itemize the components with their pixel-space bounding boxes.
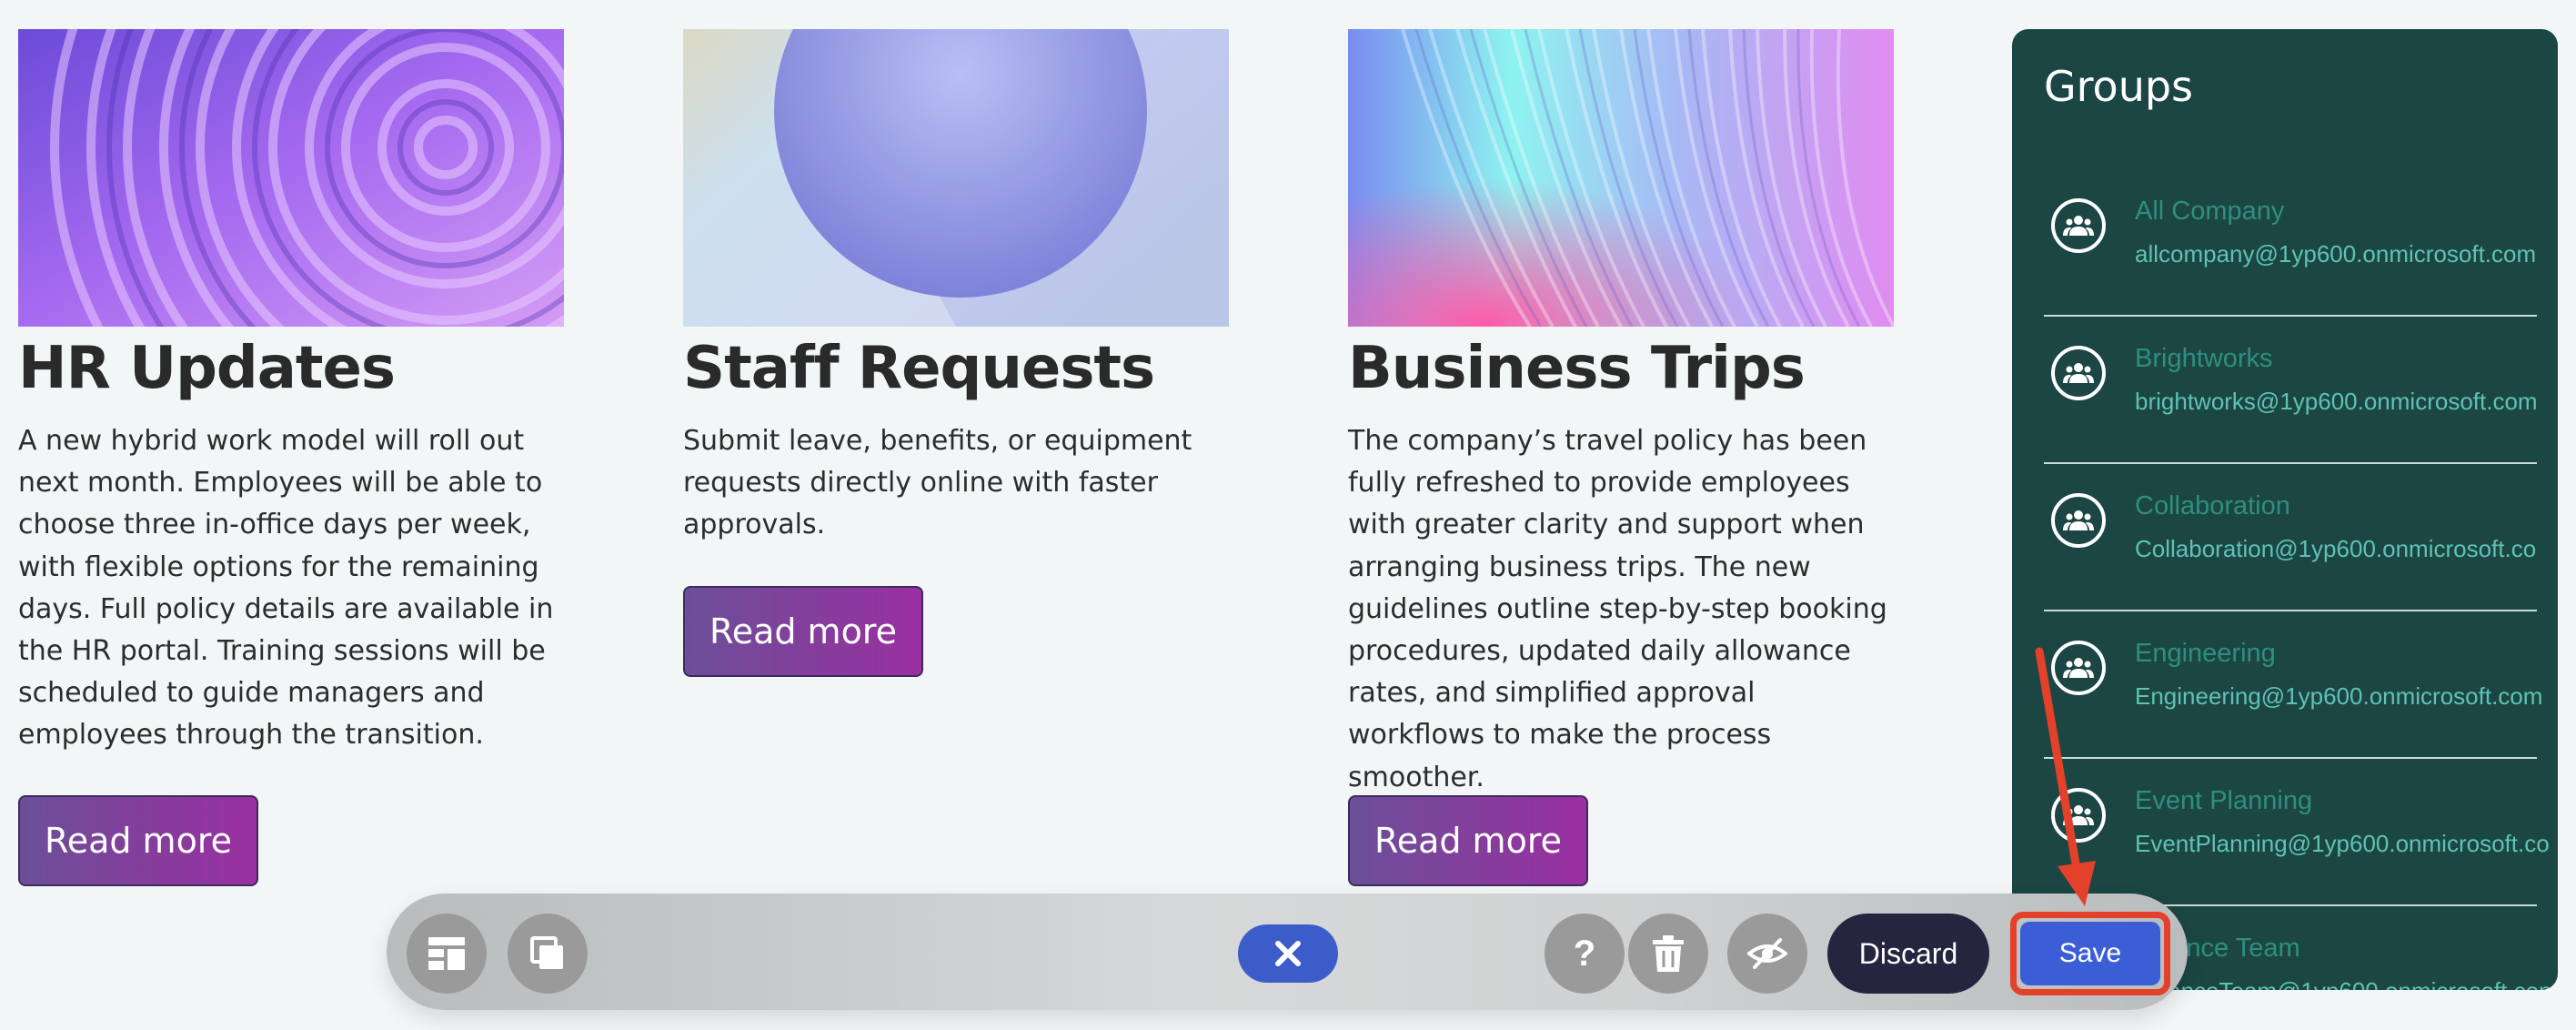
card-business-trips: Business Trips The company’s travel poli…	[1348, 29, 1894, 886]
read-more-button[interactable]: Read more	[18, 795, 258, 886]
card-title: Staff Requests	[683, 335, 1155, 402]
help-button[interactable]: ?	[1545, 914, 1625, 994]
group-email: Collaboration@1yp600.onmicrosoft.co	[2135, 535, 2537, 562]
edit-toolbar: ? Discard	[387, 894, 2188, 1010]
group-item[interactable]: Engineering Engineering@1yp600.onmicroso…	[2044, 610, 2542, 759]
group-name: Event Planning	[2135, 786, 2313, 815]
read-more-button[interactable]: Read more	[683, 586, 923, 677]
group-item[interactable]: Collaboration Collaboration@1yp600.onmic…	[2044, 462, 2537, 611]
hide-icon	[1747, 938, 1787, 969]
group-item[interactable]: All Company allcompany@1yp600.onmicrosof…	[2044, 167, 2537, 317]
close-icon	[1275, 941, 1301, 966]
trash-icon	[1653, 935, 1684, 972]
group-icon	[2051, 788, 2106, 843]
group-email: brightworks@1yp600.onmicrosoft.com	[2135, 388, 2538, 415]
delete-button[interactable]	[1628, 914, 1708, 994]
hide-button[interactable]	[1727, 914, 1807, 994]
group-name: Collaboration	[2135, 491, 2290, 520]
group-name: Brightworks	[2135, 344, 2273, 373]
card-body: A new hybrid work model will roll out ne…	[18, 425, 554, 752]
group-email: FinanceTeam@1yp600.onmicrosoft.com	[2135, 977, 2558, 990]
group-name: Engineering	[2135, 639, 2276, 668]
layout-button[interactable]	[407, 914, 487, 994]
card-image-iridescent-ribbons	[1348, 29, 1894, 327]
card-title: HR Updates	[18, 335, 396, 402]
copy-button[interactable]	[508, 914, 588, 994]
group-item[interactable]: Brightworks brightworks@1yp600.onmicroso…	[2044, 315, 2538, 464]
save-button[interactable]: Save	[2020, 922, 2160, 985]
group-icon	[2051, 198, 2106, 253]
group-icon	[2051, 641, 2106, 695]
card-title: Business Trips	[1348, 335, 1806, 402]
layout-icon	[428, 937, 465, 970]
copy-icon	[530, 936, 563, 969]
close-button[interactable]	[1238, 924, 1338, 983]
card-hr-updates: HR Updates A new hybrid work model will …	[18, 29, 564, 886]
svg-text:?: ?	[1574, 934, 1595, 973]
card-body: Submit leave, benefits, or equipment req…	[683, 425, 1192, 541]
groups-panel: Groups All Company allcompany@1yp600.onm…	[2012, 29, 2558, 990]
group-name: All Company	[2135, 197, 2285, 226]
group-icon	[2051, 346, 2106, 400]
card-body: The company’s travel policy has been ful…	[1348, 425, 1887, 793]
groups-title: Groups	[2044, 62, 2194, 111]
card-image-purple-spiral	[18, 29, 564, 327]
group-email: allcompany@1yp600.onmicrosoft.com	[2135, 240, 2537, 268]
save-highlight-box: Save	[2010, 912, 2170, 995]
group-item[interactable]: Event Planning EventPlanning@1yp600.onmi…	[2044, 757, 2550, 906]
discard-button[interactable]: Discard	[1827, 914, 1989, 994]
card-staff-requests: Staff Requests Submit leave, benefits, o…	[683, 29, 1229, 677]
group-email: EventPlanning@1yp600.onmicrosoft.co	[2135, 830, 2550, 857]
read-more-button[interactable]: Read more	[1348, 795, 1588, 886]
group-email: Engineering@1yp600.onmicrosoft.com	[2135, 682, 2543, 710]
help-icon: ?	[1574, 934, 1595, 973]
card-image-pastel-sphere	[683, 29, 1229, 327]
group-icon	[2051, 493, 2106, 548]
